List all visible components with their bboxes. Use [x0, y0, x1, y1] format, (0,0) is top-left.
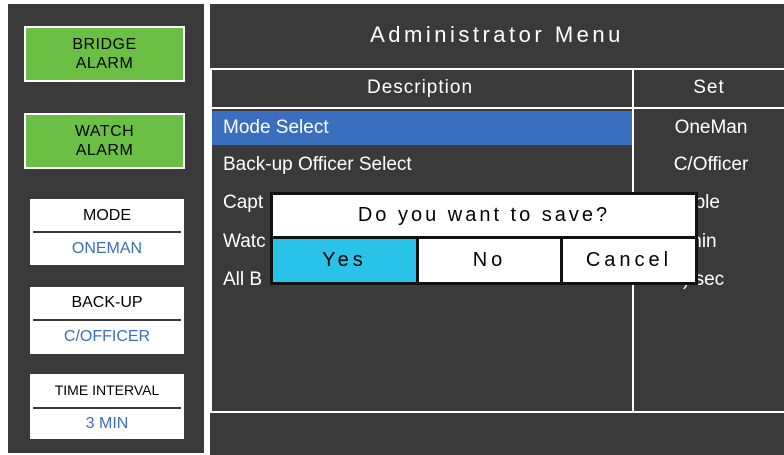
time-interval-status-box: TIME INTERVAL 3 MIN	[30, 374, 184, 439]
watch-alarm-label-line2: ALARM	[75, 142, 134, 159]
watch-alarm-label-line1: WATCH	[74, 123, 135, 140]
menu-row-description[interactable]: Back-up Officer Select	[223, 154, 412, 176]
menu-row-description[interactable]: Capt	[223, 192, 263, 214]
menu-row-description[interactable]: All B	[223, 269, 262, 291]
bridge-alarm-label-line1: BRIDGE	[72, 36, 137, 53]
menu-row-set[interactable]: C/Officer	[641, 154, 781, 176]
watch-alarm-button[interactable]: WATCH ALARM	[24, 113, 185, 169]
yes-button[interactable]: Yes	[273, 239, 419, 282]
mode-status-box: MODE ONEMAN	[30, 199, 184, 265]
menu-title: Administrator Menu	[370, 22, 624, 47]
header-divider	[210, 107, 784, 109]
time-interval-status-title: TIME INTERVAL	[54, 382, 160, 398]
description-column-header: Description	[366, 77, 474, 98]
menu-row-set[interactable]: min	[686, 231, 784, 253]
dialog-message: Do you want to save?	[357, 204, 611, 226]
set-column-header: Set	[693, 77, 725, 98]
save-confirm-dialog: Do you want to save? Yes No Cancel	[270, 192, 698, 285]
mode-status-title: MODE	[83, 207, 131, 224]
table-bottom-divider	[210, 411, 784, 413]
backup-status-box: BACK-UP C/OFFICER	[30, 287, 184, 354]
title-divider	[210, 68, 784, 70]
menu-row-description[interactable]: Watc	[223, 231, 266, 253]
backup-status-value: C/OFFICER	[33, 319, 181, 353]
menu-row-description[interactable]: Mode Select	[223, 117, 329, 139]
bridge-alarm-button[interactable]: BRIDGE ALARM	[24, 26, 185, 82]
mode-status-value: ONEMAN	[33, 231, 181, 264]
menu-row-set[interactable]: OneMan	[641, 117, 781, 139]
time-interval-status-value: 3 MIN	[33, 407, 181, 438]
backup-status-title: BACK-UP	[71, 294, 143, 311]
menu-row-set[interactable]: ) sec	[683, 269, 784, 291]
menu-row-set[interactable]: able	[684, 192, 784, 214]
cancel-button[interactable]: Cancel	[563, 239, 695, 282]
no-button[interactable]: No	[419, 239, 563, 282]
bridge-alarm-label-line2: ALARM	[75, 55, 134, 72]
